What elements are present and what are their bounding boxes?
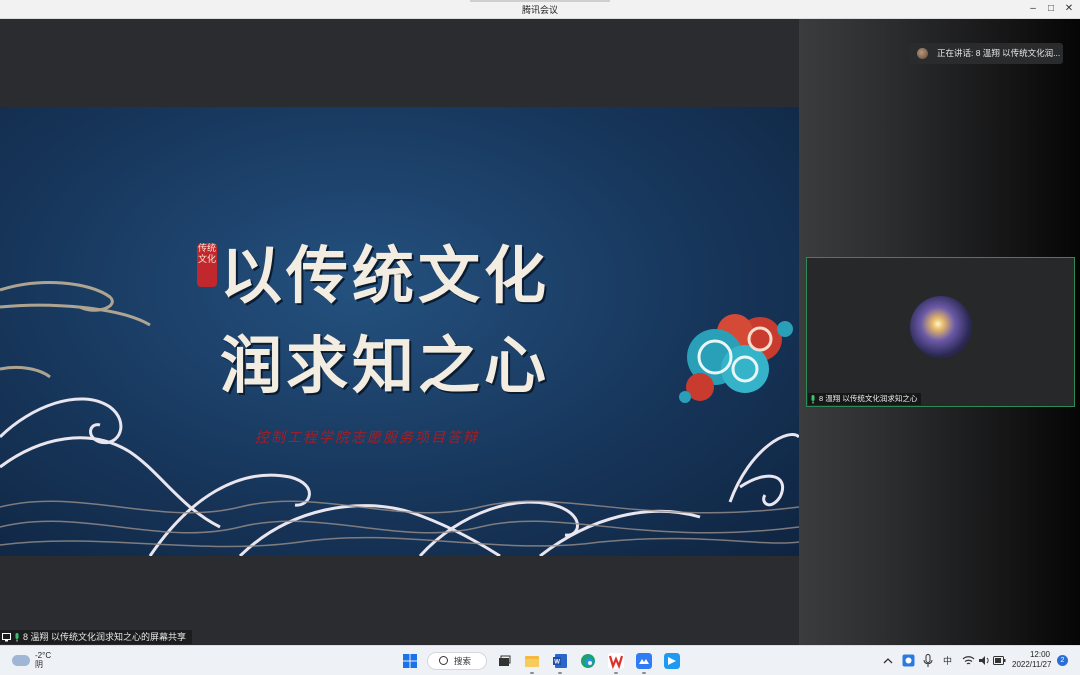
speaker-avatar (917, 48, 928, 59)
notification-badge[interactable]: 2 (1057, 655, 1068, 666)
tray-app-icon[interactable] (902, 654, 918, 670)
word-icon[interactable]: W (552, 653, 568, 669)
ime-indicator[interactable]: 中 (943, 654, 952, 667)
screen-share-label-text: 8 溫翔 以传统文化润求知之心的屏幕共享 (23, 632, 187, 642)
mic-icon (15, 632, 19, 641)
battery-icon[interactable] (993, 655, 1009, 671)
avatar (910, 296, 972, 358)
auspicious-cloud-decoration (679, 314, 793, 403)
file-explorer-icon[interactable] (524, 653, 540, 669)
window-title: 腾讯会议 (521, 5, 558, 15)
weather-widget[interactable]: -2°C 阴 (12, 651, 51, 669)
microphone-icon[interactable] (923, 654, 939, 670)
participant-video-tile[interactable]: 8 溫翔 以传统文化润求知之心 (806, 257, 1075, 407)
clock-time: 12:00 (1029, 650, 1050, 659)
start-icon[interactable] (402, 653, 418, 669)
active-indicator (530, 672, 534, 674)
taskbar-search[interactable]: 搜索 (427, 652, 487, 670)
participant-label: 8 溫翔 以传统文化润求知之心 (808, 393, 922, 405)
weather-temp: -2°C (35, 651, 52, 660)
chevron-up-icon[interactable] (882, 655, 898, 671)
active-indicator (558, 672, 562, 674)
screen-share-area: 传统文化 以传统文化 润求知之心 控制工程学院志愿服务项目答辩 8 溫翔 以传统… (0, 19, 799, 645)
title-bar: 腾讯会议 – □ ✕ (0, 0, 1080, 19)
minimize-icon[interactable]: – (1026, 2, 1040, 16)
participant-name: 8 溫翔 以传统文化润求知之心 (819, 394, 918, 403)
active-indicator (614, 672, 618, 674)
tencent-meeting-icon[interactable] (636, 653, 652, 669)
edge-icon[interactable] (580, 653, 596, 669)
search-icon (439, 656, 448, 665)
wps-icon[interactable] (608, 653, 624, 669)
volume-icon[interactable] (978, 655, 994, 671)
task-view-icon[interactable] (496, 653, 512, 669)
active-speaker-text: 正在讲话: 8 溫翔 以传统文化润... (937, 48, 1061, 58)
cloud-icon (12, 654, 30, 666)
title-bar-accent (470, 0, 610, 2)
search-label: 搜索 (454, 656, 472, 666)
slide-title-line1: 以传统文化 (220, 239, 551, 312)
slide-subtitle: 控制工程学院志愿服务项目答辩 (255, 430, 479, 446)
participants-panel: 正在讲话: 8 溫翔 以传统文化润... 8 溫翔 以传统文化润求知之心 (799, 19, 1080, 645)
taskbar: -2°C 阴 搜索 W 中 12:00 2022/11/27 2 (0, 645, 1080, 675)
slide-title-line2: 润求知之心 (220, 329, 551, 402)
seal-stamp: 传统文化 (197, 243, 217, 287)
feishu-icon[interactable] (664, 653, 680, 669)
shared-slide: 传统文化 以传统文化 润求知之心 控制工程学院志愿服务项目答辩 (0, 107, 799, 556)
screen-share-label: 8 溫翔 以传统文化润求知之心的屏幕共享 (0, 630, 193, 644)
wifi-icon[interactable] (962, 655, 978, 671)
maximize-icon[interactable]: □ (1044, 2, 1058, 16)
svg-text:W: W (554, 660, 560, 666)
close-icon[interactable]: ✕ (1062, 2, 1076, 16)
screen-share-icon (2, 632, 11, 641)
active-indicator (642, 672, 646, 674)
mic-icon (811, 394, 815, 403)
clock-date: 2022/11/27 (1012, 660, 1052, 669)
weather-condition: 阴 (35, 660, 43, 669)
system-clock[interactable]: 12:00 2022/11/27 (1012, 650, 1052, 670)
active-speaker-indicator[interactable]: 正在讲话: 8 溫翔 以传统文化润... (909, 43, 1063, 64)
